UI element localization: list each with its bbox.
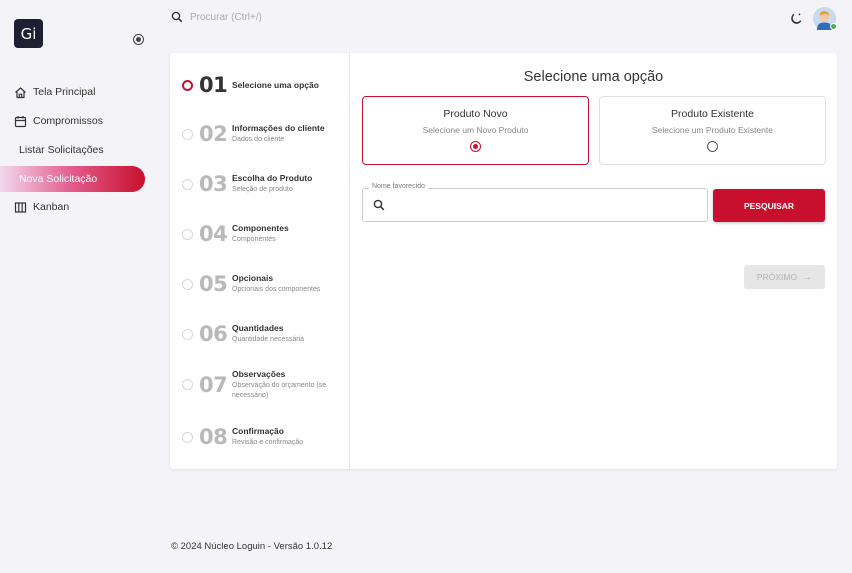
step-05[interactable]: 05 Opcionais Opcionais dos componentes [182,272,320,296]
avatar[interactable] [813,7,837,30]
step-title: Opcionais [232,273,274,284]
sidebar-item-tela-principal[interactable]: Tela Principal [0,79,145,105]
step-radio [182,128,193,140]
step-desc: Dados do cliente [232,136,285,144]
step-desc: Quantidade necessária [232,336,304,344]
step-07[interactable]: 07 Observações Observação do orçamento (s… [182,369,342,401]
sidebar-item-label: Tela Principal [33,86,96,98]
search-placeholder: Procurar (Ctrl+/) [190,11,262,23]
option-title: Produto Novo [443,108,508,120]
step-06[interactable]: 06 Quantidades Quantidade necessária [182,322,304,346]
home-icon [14,86,27,99]
step-radio [182,79,193,91]
option-produto-novo[interactable]: Produto Novo Selecione um Novo Produto [362,96,589,165]
step-radio [182,278,193,290]
step-01[interactable]: 01 Selecione uma opção [182,73,319,97]
global-search[interactable]: Procurar (Ctrl+/) [171,11,262,23]
footer-text: © 2024 Núcleo Loguin - Versão 1.0.12 [171,541,333,552]
search-icon [171,11,183,23]
step-number: 05 [199,272,228,296]
option-desc: Selecione um Produto Existente [652,125,773,135]
step-desc: Revisão e confirmação [232,439,304,447]
step-number: 01 [199,73,228,97]
step-radio [182,328,193,340]
step-radio [182,228,193,240]
stepper: 01 Selecione uma opção 02 Informações do… [170,53,350,469]
step-02[interactable]: 02 Informações do cliente Dados do client… [182,122,325,146]
step-radio [182,431,193,443]
kanban-icon [14,201,27,214]
sidebar-item-label: Kanban [33,201,70,213]
sidebar-item-listar-solicitacoes[interactable]: Listar Solicitações [0,137,145,163]
search-icon [373,199,385,211]
favorecido-field[interactable]: Nome favorecido [362,183,708,222]
step-radio [182,379,193,391]
step-content: Selecione uma opção Produto Novo Selecio… [350,53,837,469]
online-status-badge [830,23,837,30]
sidebar-item-kanban[interactable]: Kanban [0,194,145,220]
sidebar-item-label: Nova Solicitação [19,173,98,185]
step-desc: Seleção de produto [232,186,293,194]
step-number: 03 [199,172,228,196]
step-04[interactable]: 04 Componentes Componentes [182,222,289,246]
step-title: Confirmação [232,426,284,437]
option-radio[interactable] [470,141,481,152]
step-desc: Componentes [232,236,276,244]
step-desc: Observação do orçamento (se necessário) [232,382,327,399]
calendar-icon [14,115,27,128]
arrow-right-icon: → [802,271,813,283]
step-number: 02 [199,122,228,146]
logo-text: Gi [20,24,37,43]
wizard-card: 01 Selecione uma opção 02 Informações do… [170,53,837,469]
step-number: 08 [199,425,228,449]
content-title: Selecione uma opção [523,69,664,85]
step-08[interactable]: 08 Confirmação Revisão e confirmação [182,425,303,449]
step-title: Selecione uma opção [232,80,319,90]
sidebar-item-label: Compromissos [33,115,104,127]
step-number: 06 [199,322,228,346]
step-radio [182,178,193,190]
favorecido-input[interactable] [393,195,693,215]
step-desc: Opcionais dos componentes [232,286,321,294]
sidebar-item-nova-solicitacao[interactable]: Nova Solicitação [0,166,145,192]
step-number: 07 [199,372,228,397]
search-button[interactable]: PESQUISAR [713,189,825,222]
sidebar: Gi Tela Principal Compromissos Listar So… [0,0,155,573]
step-number: 04 [199,222,228,246]
app-logo[interactable]: Gi [14,19,43,48]
option-desc: Selecione um Novo Produto [422,125,529,135]
moon-icon[interactable] [790,12,803,25]
step-03[interactable]: 03 Escolha do Produto Seleção de produto [182,172,312,196]
option-radio[interactable] [707,141,718,152]
step-title: Informações do cliente [232,123,325,134]
step-title: Quantidades [232,323,284,334]
step-title: Componentes [232,223,289,234]
option-title: Produto Existente [671,108,754,120]
sidebar-toggle-icon[interactable] [133,34,144,45]
step-title: Escolha do Produto [232,173,313,184]
next-button-label: PRÓXIMO [756,272,798,282]
sidebar-item-compromissos[interactable]: Compromissos [0,108,145,134]
sidebar-item-label: Listar Solicitações [19,144,104,156]
next-button[interactable]: PRÓXIMO → [744,265,825,289]
step-title: Observações [232,369,286,379]
favorecido-label: Nome favorecido [369,183,428,190]
option-produto-existente[interactable]: Produto Existente Selecione um Produto E… [599,96,826,165]
